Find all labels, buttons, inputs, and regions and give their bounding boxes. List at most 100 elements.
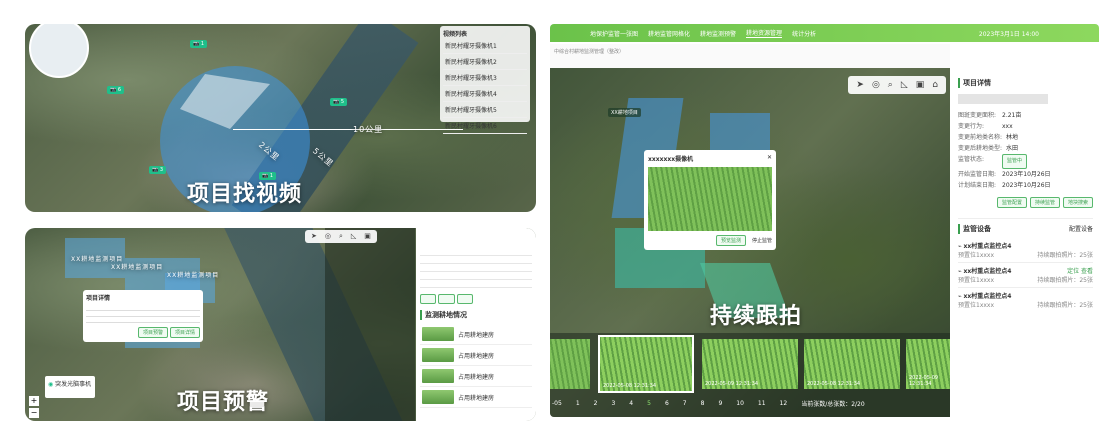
device-photo-count: 持续跟拍照片：25张 xyxy=(1037,277,1093,284)
detail-title: 项目详情 xyxy=(958,78,1093,88)
detail-row: 计划结束日期: 2023年10月26日 xyxy=(958,180,1093,191)
timeline-tick[interactable]: 5 xyxy=(647,400,651,407)
preview-button[interactable]: 预览监测 xyxy=(716,235,747,246)
navigate-icon[interactable]: ➤ xyxy=(856,80,864,90)
breadcrumb: 中综合村耕地监测管理（整改） xyxy=(550,44,950,68)
map-point-label[interactable]: XX耕地项目 xyxy=(608,108,641,117)
frame-timestamp: 2022-05-09 12:31:34 xyxy=(909,375,939,387)
nav-item[interactable]: 耕地监管网格化 xyxy=(648,29,690,38)
sidebar-button[interactable] xyxy=(438,294,455,304)
list-thumbnail xyxy=(422,390,454,404)
video-list-item[interactable]: 新民村耀牙摄像机1 xyxy=(443,38,527,54)
film-frame[interactable]: 2022-05-08 12:31:34 xyxy=(804,339,900,389)
device-preset: 预置位1xxxx xyxy=(958,302,995,309)
timeline-tick[interactable]: 3 xyxy=(611,400,615,407)
list-item-label: 占用耕地建房 xyxy=(458,331,495,339)
locate-icon[interactable]: ◎ xyxy=(872,80,880,90)
panel-caption: 持续跟拍 xyxy=(710,304,803,329)
video-list-item[interactable]: 新民村耀牙摄像机3 xyxy=(443,70,527,86)
status-badge: 监管中 xyxy=(1002,154,1028,169)
film-frame[interactable]: 2022-05-09 12:31:34 xyxy=(906,339,950,389)
configure-devices-link[interactable]: 配置设备 xyxy=(1069,224,1093,234)
panel-project-warning: XX耕地监测项目 XX耕地监测项目 XX耕地监测项目 项目详情 项目预警 项目详… xyxy=(25,228,536,421)
detail-row: 变更前地类名称: 林地 xyxy=(958,132,1093,143)
detail-heading-placeholder xyxy=(958,94,1048,104)
list-thumbnail xyxy=(422,348,454,362)
nav-item[interactable]: 统计分析 xyxy=(792,29,816,38)
camera-marker[interactable]: 📷 5 xyxy=(330,98,347,106)
search-icon[interactable]: ⌕ xyxy=(339,232,343,241)
measure-icon[interactable]: ◺ xyxy=(901,80,908,90)
popup-detail-button[interactable]: 项目详情 xyxy=(169,327,200,338)
home-icon[interactable]: ⌂ xyxy=(932,80,938,90)
device-actions[interactable]: 定位 查看 xyxy=(1067,266,1093,275)
camera-icon: ⌁ xyxy=(958,293,962,300)
device-name: xx村重点监控点4 xyxy=(963,268,1012,275)
map-toolbar: ➤ ◎ ⌕ ◺ ▣ ⌂ xyxy=(848,76,946,94)
measure-icon[interactable]: ◺ xyxy=(351,232,356,241)
list-item[interactable]: 占用耕地建房 xyxy=(420,387,532,408)
stop-button[interactable]: 停止监管 xyxy=(752,238,772,244)
list-item[interactable]: 占用耕地建房 xyxy=(420,345,532,366)
field-value: 2023年10月26日 xyxy=(1002,171,1051,178)
list-item[interactable]: 占用耕地建房 xyxy=(420,324,532,345)
nav-item[interactable]: 耕地监测预警 xyxy=(700,29,736,38)
zoom-in-icon[interactable]: + xyxy=(29,396,39,406)
field-value: 2023年10月26日 xyxy=(1002,182,1051,189)
video-list-item[interactable]: 新民村耀牙摄像机2 xyxy=(443,54,527,70)
sidebar-button[interactable] xyxy=(456,294,473,304)
detail-row: 变更行为: xxx xyxy=(958,121,1093,132)
timeline-tick[interactable]: 9 xyxy=(718,400,722,407)
nav-item[interactable]: 地保护监管一张图 xyxy=(590,29,638,38)
timeline-tick[interactable]: 4 xyxy=(629,400,633,407)
camera-preview xyxy=(648,167,772,231)
section-title: 监测耕地情况 xyxy=(420,310,532,320)
frame-timestamp: 2022-05-08 12:31:34 xyxy=(603,383,657,389)
field-label: 变更前地类名称: xyxy=(958,134,1003,141)
film-frame[interactable]: 2022-05-09 12:31:34 xyxy=(702,339,798,389)
fullscreen-icon[interactable]: ▣ xyxy=(364,232,371,241)
distance-label-10km: 10公里 xyxy=(353,125,384,134)
video-list-item[interactable]: 新民村耀牙摄像机5 xyxy=(443,102,527,118)
film-frame[interactable]: 2022-05-08 12:31:34 xyxy=(598,335,694,393)
close-icon[interactable]: ✕ xyxy=(767,154,772,163)
video-item-label: 新民村耀牙摄像机2 xyxy=(445,59,497,66)
detail-row: 图斑变更面积: 2.21亩 xyxy=(958,110,1093,121)
device-item[interactable]: ⌁ xx村重点监控点4 预置位1xxxx 持续跟拍照片：25张 xyxy=(958,288,1093,312)
search-icon[interactable]: ⌕ xyxy=(888,80,893,90)
camera-marker[interactable]: 📷 1 xyxy=(190,40,207,48)
camera-marker[interactable]: 📷 6 xyxy=(107,86,124,94)
continuous-button[interactable]: 持续监管 xyxy=(1029,197,1060,208)
device-item[interactable]: ⌁ xx村重点监控点4 定位 查看 预置位1xxxx 持续跟拍照片：25张 xyxy=(958,263,1093,288)
config-button[interactable]: 监管配置 xyxy=(996,197,1027,208)
camera-marker[interactable]: 📷 3 xyxy=(149,166,166,174)
device-preset: 预置位1xxxx xyxy=(958,252,995,259)
timeline-tick[interactable]: 12 xyxy=(780,400,788,407)
video-list-item[interactable]: 新民村耀牙摄像机6 xyxy=(443,118,527,134)
device-item[interactable]: ⌁ xx村重点监控点4 预置位1xxxx 持续跟拍照片：25张 xyxy=(958,238,1093,263)
tracking-map: XX耕地项目 ➤ ◎ ⌕ ◺ ▣ ⌂ xxxxxxx摄像机 ✕ 预览监测 停止监… xyxy=(550,68,950,417)
timeline-tick[interactable]: 8 xyxy=(701,400,705,407)
plot-search-button[interactable]: 地块搜索 xyxy=(1062,197,1093,208)
list-item[interactable]: 占用耕地建房 xyxy=(420,366,532,387)
sidebar-button[interactable] xyxy=(420,294,437,304)
video-list-item[interactable]: 新民村耀牙摄像机4 xyxy=(443,86,527,102)
zone-label: XX耕地监测项目 xyxy=(167,272,220,279)
dark-field-area xyxy=(325,228,415,421)
film-frame[interactable] xyxy=(550,339,590,389)
top-nav: 地保护监管一张图 耕地监管网格化 耕地监测预警 耕地资源管理 统计分析 2023… xyxy=(550,24,1099,42)
nav-item[interactable]: 耕地资源管理 xyxy=(746,28,783,38)
timeline-tick[interactable]: 7 xyxy=(683,400,687,407)
timeline-tick[interactable]: 1 xyxy=(576,400,580,407)
field-label: 计划结束日期: xyxy=(958,182,997,189)
locate-icon[interactable]: ◎ xyxy=(325,232,331,241)
field-label: 开始监管日期: xyxy=(958,171,997,178)
timeline-tick[interactable]: 10 xyxy=(736,400,744,407)
timeline-tick[interactable]: 11 xyxy=(758,400,766,407)
timeline-tick[interactable]: 2 xyxy=(594,400,598,407)
popup-warning-button[interactable]: 项目预警 xyxy=(138,327,169,338)
fullscreen-icon[interactable]: ▣ xyxy=(916,80,925,90)
timeline-tick[interactable]: 6 xyxy=(665,400,669,407)
navigate-icon[interactable]: ➤ xyxy=(311,232,317,241)
zoom-out-icon[interactable]: − xyxy=(29,408,39,418)
